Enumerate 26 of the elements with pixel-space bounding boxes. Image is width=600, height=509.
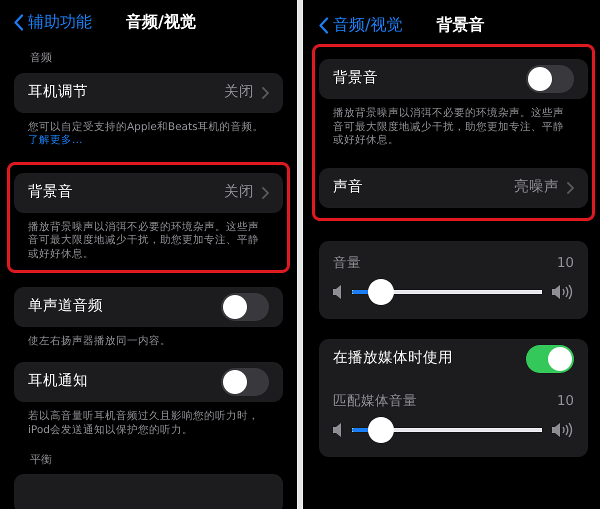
slider-label: 音量 xyxy=(333,254,361,273)
page-title: 音频/视觉 xyxy=(126,11,196,33)
back-button[interactable]: 音频/视觉 xyxy=(319,13,402,37)
section-header: 平衡 xyxy=(30,452,53,468)
footer-note: 若以高音量听耳机音频过久且影响您的听力时，iPod会发送通知以保护您的听力。 xyxy=(28,410,260,438)
slider-reading: 10 xyxy=(556,392,574,412)
page-title: 背景音 xyxy=(436,14,484,36)
row-label: 在播放媒体时使用 xyxy=(333,349,453,368)
row-value: 关闭 xyxy=(224,82,254,102)
row-label: 单声道音频 xyxy=(28,296,103,316)
row-label: 耳机调节 xyxy=(28,82,88,102)
row-label: 背景音 xyxy=(333,68,378,88)
row-label: 声音 xyxy=(333,178,363,198)
back-button[interactable]: 辅助功能 xyxy=(14,10,92,34)
row-value: 关闭 xyxy=(224,182,254,202)
row-value: 亮噪声 xyxy=(514,178,559,198)
footer-note: 播放背景噪声以消弭不必要的环境杂声。这些声音可最大限度地减少干扰，助您更加专注、平静或好好休息。 xyxy=(28,220,260,262)
row-label: 背景音 xyxy=(28,182,73,202)
footer-note: 您可以自定受支持的Apple和Beats耳机的音频。 了解更多… xyxy=(28,120,265,148)
learn-more-link[interactable]: 了解更多… xyxy=(28,134,82,146)
footer-note: 播放背景噪声以消弭不必要的环境杂声。这些声音可最大限度地减少干扰，助您更加专注、平静或好好休息。 xyxy=(333,107,565,148)
slider-label: 匹配媒体音量 xyxy=(333,392,417,412)
slider-reading: 10 xyxy=(556,254,574,273)
section-header: 音频 xyxy=(30,50,53,66)
row-label: 耳机通知 xyxy=(28,372,88,392)
footer-note: 使左右扬声器播放同一内容。 xyxy=(28,334,172,348)
